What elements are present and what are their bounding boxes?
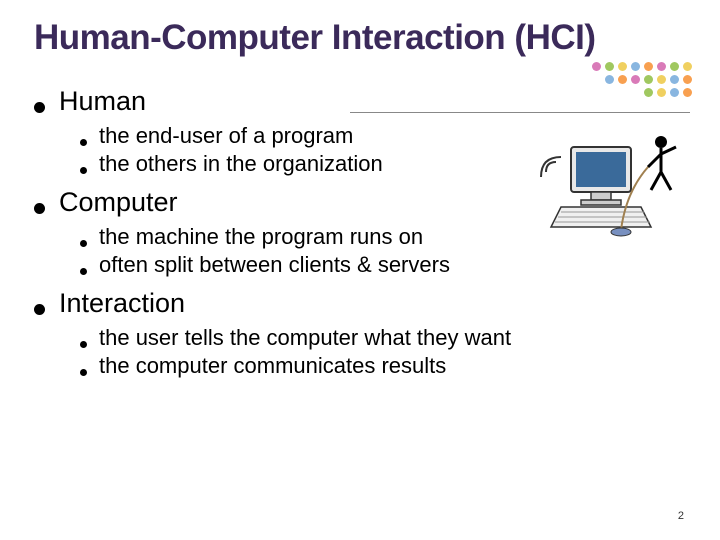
bullet-icon (80, 240, 87, 247)
decor-dot (618, 75, 627, 84)
decor-dot (683, 75, 692, 84)
decor-dot (644, 62, 653, 71)
section-heading: Interaction (59, 288, 185, 319)
decor-dot (631, 62, 640, 71)
bullet-list: Human the end-user of a program the othe… (34, 86, 686, 379)
bullet-icon (80, 341, 87, 348)
section-computer: Computer the machine the program runs on… (34, 187, 686, 278)
slide-title: Human-Computer Interaction (HCI) (34, 18, 686, 58)
decor-dot (670, 62, 679, 71)
list-item: often split between clients & servers (80, 252, 686, 278)
list-item: the end-user of a program (80, 123, 686, 149)
list-item: the others in the organization (80, 151, 686, 177)
slide-content: Human the end-user of a program the othe… (34, 86, 686, 379)
decor-dot (670, 75, 679, 84)
decor-dot (657, 75, 666, 84)
section-interaction: Interaction the user tells the computer … (34, 288, 686, 379)
decor-dot (592, 62, 601, 71)
decor-dot (605, 62, 614, 71)
section-heading: Computer (59, 187, 178, 218)
decor-dot (631, 75, 640, 84)
list-item: the computer communicates results (80, 353, 686, 379)
decor-dot (605, 75, 614, 84)
slide: Human-Computer Interaction (HCI) (0, 0, 720, 540)
decor-dot (618, 62, 627, 71)
bullet-icon (80, 167, 87, 174)
bullet-icon (34, 102, 45, 113)
page-number: 2 (678, 510, 684, 522)
bullet-icon (34, 304, 45, 315)
decor-dot (644, 75, 653, 84)
decor-dot (657, 62, 666, 71)
section-human: Human the end-user of a program the othe… (34, 86, 686, 177)
bullet-icon (80, 139, 87, 146)
section-heading: Human (59, 86, 146, 117)
decor-dot (683, 62, 692, 71)
bullet-icon (80, 369, 87, 376)
list-item: the user tells the computer what they wa… (80, 325, 686, 351)
bullet-icon (34, 203, 45, 214)
list-item: the machine the program runs on (80, 224, 686, 250)
bullet-icon (80, 268, 87, 275)
